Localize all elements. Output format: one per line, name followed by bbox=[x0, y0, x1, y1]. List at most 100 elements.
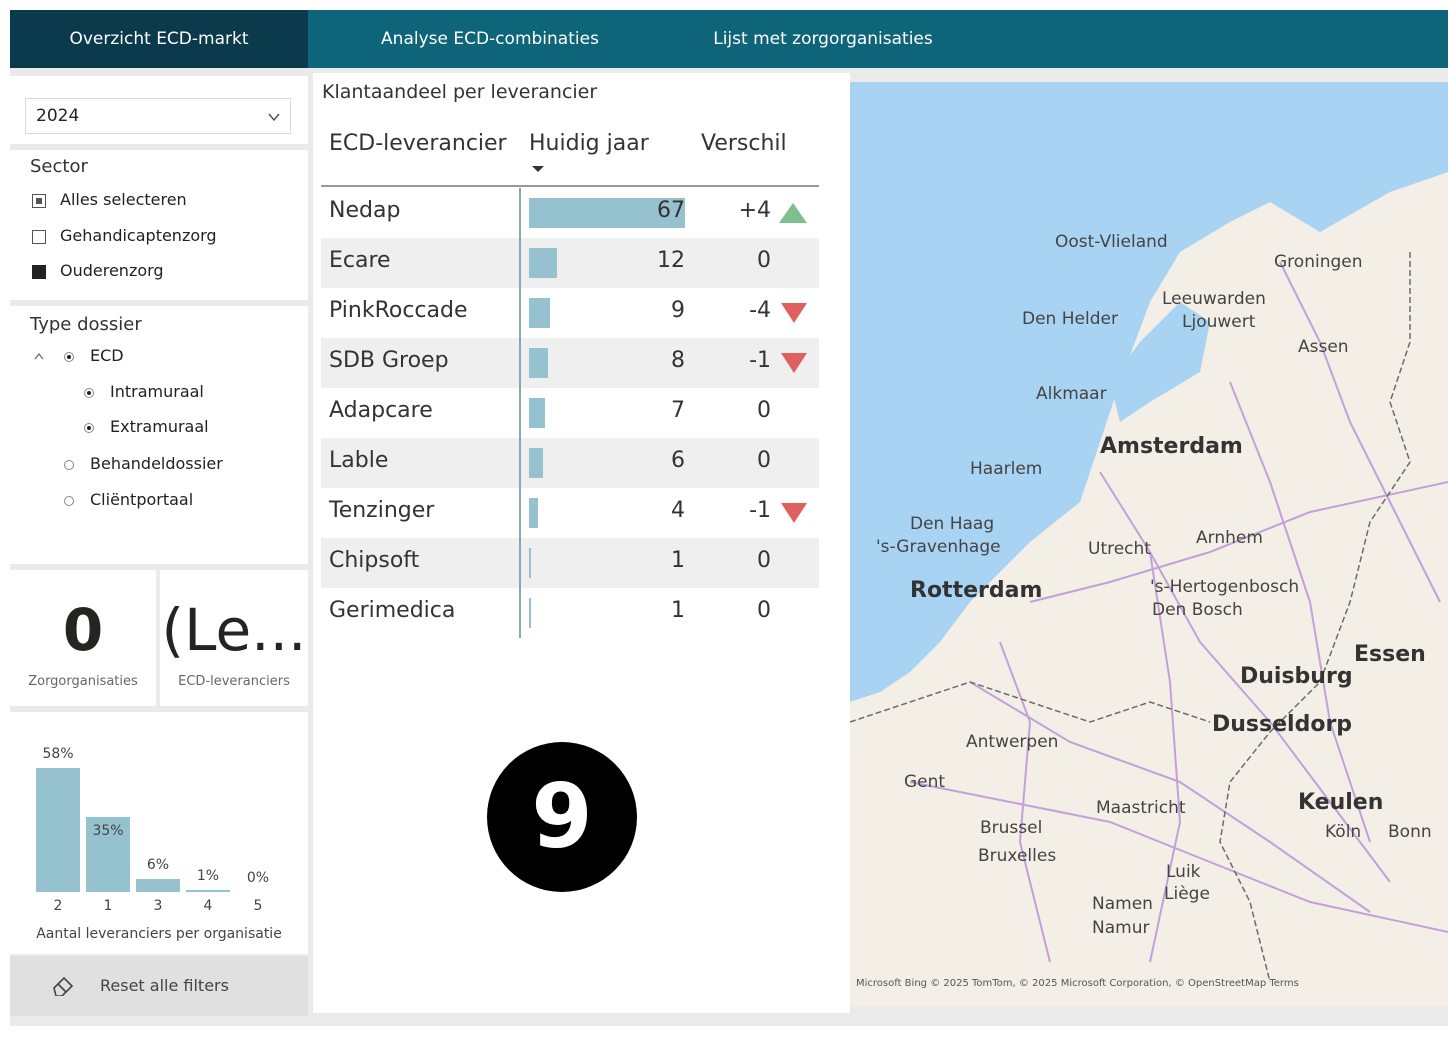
map-visual[interactable]: Oost-Vlieland Groningen Leeuwarden Ljouwert… bbox=[850, 82, 1448, 1006]
kpi-ecd-leveranciers-value: (Le... bbox=[161, 596, 307, 664]
mini-chart-xlabel: Aantal leveranciers per organisatie bbox=[36, 926, 282, 942]
option-ecd[interactable]: ECD bbox=[90, 346, 124, 365]
chevron-down-icon bbox=[268, 113, 280, 122]
mini-bar-category-label: 3 bbox=[153, 898, 163, 914]
header-divider bbox=[321, 185, 819, 187]
trend-down-icon bbox=[781, 503, 807, 523]
mini-bar-value-label: 1% bbox=[196, 867, 220, 884]
map-city-label: Oost-Vlieland bbox=[1055, 232, 1168, 252]
option-behandeldossier[interactable]: Behandeldossier bbox=[90, 454, 223, 473]
tab-overzicht-ecd-markt[interactable]: Overzicht ECD-markt bbox=[10, 10, 308, 68]
tab-analyse-ecd-combinaties[interactable]: Analyse ECD-combinaties bbox=[350, 10, 630, 68]
mini-bar-category-label: 5 bbox=[253, 898, 263, 914]
mini-bar-3[interactable] bbox=[136, 879, 180, 892]
current-year-value: 1 bbox=[671, 598, 685, 623]
collapse-caret-icon[interactable] bbox=[34, 352, 44, 360]
year-dropdown[interactable]: 2024 bbox=[25, 98, 291, 134]
current-year-value: 12 bbox=[657, 248, 685, 273]
mini-bar-category-label: 2 bbox=[53, 898, 63, 914]
difference-value: 0 bbox=[757, 548, 771, 573]
supplier-name: Chipsoft bbox=[329, 548, 420, 573]
trend-down-icon bbox=[781, 353, 807, 373]
supplier-name: Tenzinger bbox=[329, 498, 435, 523]
map-city-label: Rotterdam bbox=[910, 578, 1043, 603]
supplier-share-bar bbox=[529, 598, 532, 628]
radio-behandeldossier[interactable] bbox=[64, 460, 74, 470]
difference-value: -1 bbox=[749, 498, 771, 523]
table-body: Nedap 67 +4 Ecare 12 0 PinkRoccade 9 -4 SDB Groep… bbox=[313, 188, 850, 648]
map-city-label: Namur bbox=[1092, 918, 1150, 938]
radio-ecd[interactable] bbox=[64, 352, 74, 362]
header-ecd-leverancier[interactable]: ECD-leverancier bbox=[329, 131, 507, 156]
table-row[interactable]: Nedap 67 +4 bbox=[321, 188, 819, 238]
table-row[interactable]: Adapcare 7 0 bbox=[321, 388, 819, 438]
year-value: 2024 bbox=[36, 106, 80, 126]
map-city-label: Utrecht bbox=[1088, 539, 1151, 559]
map-city-label: Luik bbox=[1166, 862, 1201, 882]
option-ouderenzorg[interactable]: Ouderenzorg bbox=[60, 261, 164, 280]
sector-slicer-panel: Sector Alles selecteren Gehandicaptenzor… bbox=[10, 150, 308, 300]
table-row[interactable]: Gerimedica 1 0 bbox=[321, 588, 819, 638]
header-huidig-jaar[interactable]: Huidig jaar bbox=[529, 131, 649, 156]
map-city-label: Haarlem bbox=[970, 459, 1043, 479]
map-city-label: Duisburg bbox=[1240, 664, 1353, 689]
mini-bar-value-label: 0% bbox=[246, 870, 270, 886]
mini-bar-value-label: 35% bbox=[92, 823, 124, 840]
map-city-label: Liège bbox=[1164, 884, 1210, 904]
option-intramuraal[interactable]: Intramuraal bbox=[110, 382, 204, 401]
supplier-share-bar bbox=[529, 398, 546, 428]
mini-bar-value-label: 6% bbox=[146, 857, 170, 874]
map-city-label: Keulen bbox=[1298, 790, 1384, 815]
radio-extramuraal[interactable] bbox=[84, 423, 94, 433]
table-row[interactable]: Lable 6 0 bbox=[321, 438, 819, 488]
map-attribution[interactable]: Microsoft Bing © 2025 TomTom, © 2025 Mic… bbox=[856, 978, 1299, 989]
eraser-icon bbox=[53, 976, 74, 996]
supplier-share-bar bbox=[529, 298, 550, 328]
map-city-label: Namen bbox=[1092, 894, 1153, 914]
map-city-label: 's-Gravenhage bbox=[876, 537, 1001, 557]
kpi-zorgorganisaties-value: 0 bbox=[62, 596, 104, 664]
current-year-value: 1 bbox=[671, 548, 685, 573]
difference-value: +4 bbox=[738, 198, 771, 223]
mini-bar-category-label: 1 bbox=[103, 898, 113, 914]
map-city-label: Arnhem bbox=[1196, 528, 1263, 548]
map-city-label: Groningen bbox=[1274, 252, 1363, 272]
kpi-card-zorgorganisaties: 0 Zorgorganisaties bbox=[10, 570, 156, 706]
sort-descending-icon bbox=[532, 166, 544, 172]
tab-lijst-zorgorganisaties[interactable]: Lijst met zorgorganisaties bbox=[682, 10, 964, 68]
radio-clientportaal[interactable] bbox=[64, 496, 74, 506]
radio-intramuraal[interactable] bbox=[84, 388, 94, 398]
difference-value: -4 bbox=[749, 298, 771, 323]
map-city-label: Alkmaar bbox=[1036, 384, 1107, 404]
table-row[interactable]: PinkRoccade 9 -4 bbox=[321, 288, 819, 338]
supplier-share-bar bbox=[529, 498, 539, 528]
mini-bar-2[interactable] bbox=[36, 768, 80, 892]
option-extramuraal[interactable]: Extramuraal bbox=[110, 417, 209, 436]
checkbox-gehandicaptenzorg[interactable] bbox=[32, 230, 46, 244]
current-year-value: 4 bbox=[671, 498, 685, 523]
mini-bar-4[interactable] bbox=[186, 889, 230, 892]
checkbox-alles-selecteren[interactable] bbox=[32, 194, 46, 208]
map-city-label: Leeuwarden bbox=[1162, 289, 1266, 309]
checkbox-ouderenzorg[interactable] bbox=[32, 265, 46, 279]
option-alles-selecteren[interactable]: Alles selecteren bbox=[60, 190, 187, 209]
table-row[interactable]: Tenzinger 4 -1 bbox=[321, 488, 819, 538]
current-year-value: 8 bbox=[671, 348, 685, 373]
header-verschil[interactable]: Verschil bbox=[701, 131, 787, 156]
map-city-label: 's-Hertogenbosch bbox=[1150, 577, 1300, 597]
mini-bar-chart-area: 58% 2 35% 1 6% 3 1% 4 0% 5 bbox=[10, 712, 308, 954]
option-gehandicaptenzorg[interactable]: Gehandicaptenzorg bbox=[60, 226, 217, 245]
map-city-label: Dusseldorp bbox=[1212, 712, 1353, 737]
map-city-label: Den Helder bbox=[1022, 309, 1118, 329]
report-tab-bar: Overzicht ECD-markt Analyse ECD-combinat… bbox=[10, 10, 1448, 68]
table-row[interactable]: Chipsoft 1 0 bbox=[321, 538, 819, 588]
map-city-label: Den Haag bbox=[910, 514, 995, 534]
kpi-ecd-leveranciers-label: ECD-leveranciers bbox=[178, 674, 290, 689]
current-year-value: 7 bbox=[671, 398, 685, 423]
mini-bar-category-label: 4 bbox=[203, 898, 213, 914]
reset-filters-bar: Reset alle filters bbox=[10, 956, 308, 1016]
supplier-name: Adapcare bbox=[329, 398, 433, 423]
table-row[interactable]: Ecare 12 0 bbox=[321, 238, 819, 288]
option-clientportaal[interactable]: Cliëntportaal bbox=[90, 490, 193, 509]
table-row[interactable]: SDB Groep 8 -1 bbox=[321, 338, 819, 388]
